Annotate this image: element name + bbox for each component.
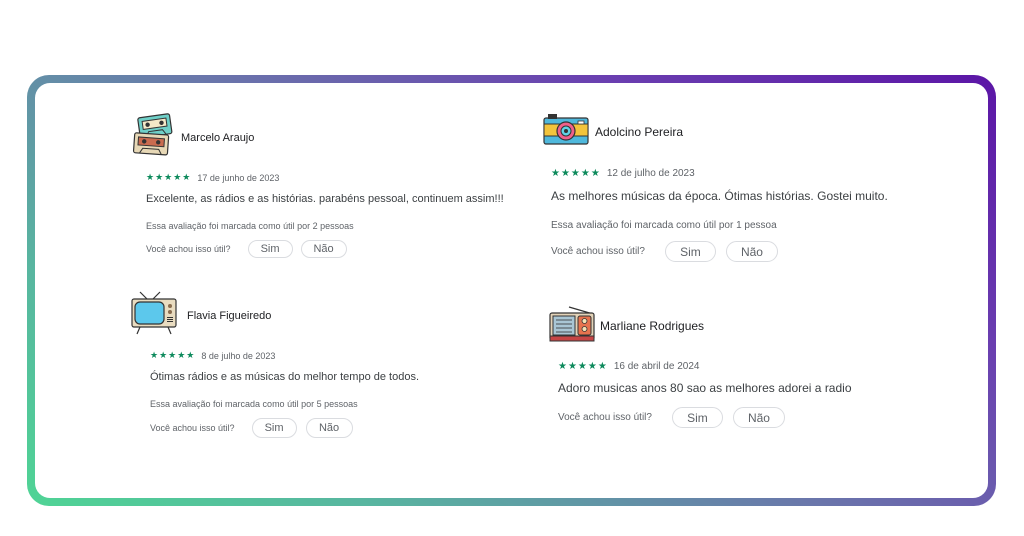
review-text: Adoro musicas anos 80 sao as melhores ad… — [558, 381, 852, 395]
cassette-tapes-icon — [131, 113, 175, 162]
review-header: Marliane Rodrigues — [549, 303, 969, 348]
review-author: Marcelo Araujo — [181, 131, 255, 144]
review-meta: ★★★★★ 17 de junho de 2023 — [146, 172, 551, 183]
review-author: Marliane Rodrigues — [600, 318, 705, 333]
helpful-count: Essa avaliação foi marcada como útil por… — [146, 221, 354, 231]
review-date: 12 de julho de 2023 — [606, 168, 695, 179]
star-rating: ★★★★★ — [150, 350, 196, 360]
no-button[interactable]: Não — [725, 241, 778, 262]
review-date: 16 de abril de 2024 — [613, 361, 700, 372]
review-item: Marliane Rodrigues ★★★★★ 16 de abril de … — [549, 303, 969, 428]
helpful-question-row: Você achou isso útil? Sim Não — [551, 241, 963, 262]
review-author: Flavia Figueiredo — [187, 309, 272, 322]
review-text: Excelente, as rádios e as histórias. par… — [146, 193, 504, 205]
no-button[interactable]: Não — [732, 407, 785, 428]
review-text: As melhores músicas da época. Ótimas his… — [551, 189, 888, 203]
helpful-question: Você achou isso útil? — [551, 246, 645, 257]
yes-button[interactable]: Sim — [671, 407, 723, 428]
review-header: Flavia Figueiredo — [131, 291, 551, 340]
helpful-question: Você achou isso útil? — [150, 423, 235, 433]
review-meta: ★★★★★ 16 de abril de 2024 — [558, 361, 969, 372]
reviews-card: Marcelo Araujo ★★★★★ 17 de junho de 2023… — [35, 83, 988, 498]
review-meta: ★★★★★ 12 de julho de 2023 — [551, 168, 963, 179]
review-author: Adolcino Pereira — [595, 124, 684, 139]
helpful-question-row: Você achou isso útil? Sim Não — [558, 407, 969, 428]
helpful-count: Essa avaliação foi marcada como útil por… — [551, 220, 777, 231]
star-rating: ★★★★★ — [558, 361, 608, 372]
yes-button[interactable]: Sim — [664, 241, 716, 262]
review-text: Ótimas rádios e as músicas do melhor tem… — [150, 371, 420, 383]
review-meta: ★★★★★ 8 de julho de 2023 — [150, 350, 551, 361]
star-rating: ★★★★★ — [146, 172, 192, 182]
review-item: Flavia Figueiredo ★★★★★ 8 de julho de 20… — [131, 291, 551, 438]
review-item: Marcelo Araujo ★★★★★ 17 de junho de 2023… — [131, 113, 551, 258]
helpful-question: Você achou isso útil? — [146, 244, 231, 254]
yes-button[interactable]: Sim — [251, 418, 297, 438]
review-date: 8 de julho de 2023 — [201, 350, 276, 361]
television-icon — [131, 291, 177, 340]
review-header: Marcelo Araujo — [131, 113, 551, 162]
review-date: 17 de junho de 2023 — [197, 172, 280, 183]
no-button[interactable]: Não — [305, 418, 353, 438]
reviews-frame: Marcelo Araujo ★★★★★ 17 de junho de 2023… — [27, 75, 996, 506]
helpful-question-row: Você achou isso útil? Sim Não — [150, 418, 551, 438]
review-item: Adolcino Pereira ★★★★★ 12 de julho de 20… — [543, 113, 963, 262]
star-rating: ★★★★★ — [551, 168, 601, 179]
review-header: Adolcino Pereira — [543, 113, 963, 150]
helpful-question: Você achou isso útil? — [558, 412, 652, 423]
radio-icon — [549, 303, 595, 348]
helpful-question-row: Você achou isso útil? Sim Não — [146, 240, 551, 258]
yes-button[interactable]: Sim — [247, 240, 293, 258]
no-button[interactable]: Não — [300, 240, 347, 258]
camera-icon — [543, 113, 589, 150]
helpful-count: Essa avaliação foi marcada como útil por… — [150, 399, 358, 409]
